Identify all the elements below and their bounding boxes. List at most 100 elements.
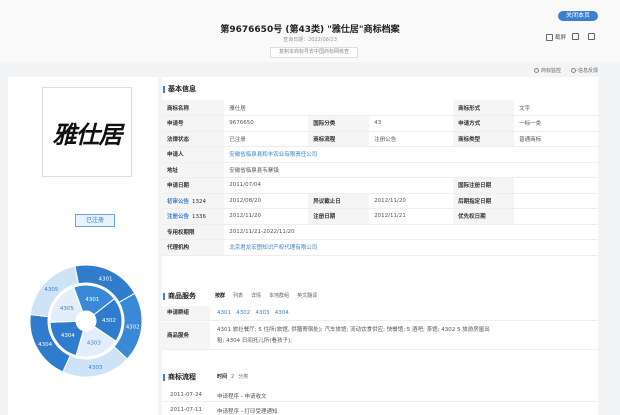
info-value: 一标一类 [514, 115, 598, 132]
info-label: 申请人 [162, 146, 225, 163]
info-value: 2012/11/20 [224, 208, 309, 225]
tab-detail[interactable]: 详情 [251, 292, 261, 299]
logo-text: 雅仕居 [52, 119, 123, 149]
donut-slice-label: 4303 [88, 365, 102, 371]
info-label: 注册日期 [308, 208, 370, 225]
services-row: 商品服务 4301 旅社餐厅; 5 住所(旅馆, 供膳寄宿处); 汽车旅馆; 流… [162, 322, 598, 350]
info-label: 国际分类 [308, 115, 370, 132]
info-value: 2012/11/21-2022/11/20 [224, 224, 598, 240]
query-date: 查询日期：2022/08/23 [283, 37, 337, 43]
info-label-text: 法律状态 [167, 136, 190, 143]
group-link[interactable]: 4301 [217, 310, 231, 316]
info-label: 注册公告 1336 [162, 208, 225, 225]
info-value: 2011/07/04 [224, 177, 454, 194]
flow-row: 2011-07-11 申请程序 - 打印受理通知 [162, 403, 598, 415]
share-tool[interactable] [588, 33, 595, 40]
info-label: 申请号 [162, 115, 225, 132]
info-value[interactable]: 北京君龙宏图知识产权代理有限公司 [224, 239, 598, 256]
groups-values: 4301 4302 4303 4304 [217, 306, 593, 321]
services-tabs: 按群 列表 详情 本地群组 英文翻译 [215, 292, 317, 299]
info-value: 雅仕居 [224, 100, 454, 116]
sub-toolbar: 商标监控 信息反馈 [533, 67, 598, 74]
info-label: 国际注册日期 [453, 177, 515, 194]
tab-english[interactable]: 英文翻译 [297, 292, 317, 299]
info-label-text: 专用权期限 [167, 229, 195, 236]
edit-tool[interactable] [572, 33, 579, 40]
info-row: 注册公告 1336 2012/11/20 注册日期 2012/11/21 优先权日期 [162, 208, 598, 225]
info-label: 申请日期 [162, 177, 225, 194]
info-label: 商标名称 [162, 100, 225, 116]
flow-tab-class[interactable]: 分类 [238, 373, 248, 380]
group-link[interactable]: 4303 [256, 310, 270, 316]
feedback-link[interactable]: 信息反馈 [570, 67, 598, 74]
info-row: 专用权期限 2012/11/21-2022/11/20 [162, 224, 598, 240]
donut-slice-label: 4301 [99, 276, 113, 282]
info-label-text[interactable]: 初审公告 [167, 199, 189, 205]
flow-tab-count: 2 [231, 373, 235, 380]
flow-tab-time[interactable]: 时间 [217, 373, 227, 380]
info-label: 代理机构 [162, 239, 225, 256]
info-value[interactable]: 安徽省临泉县和丰农业有限责任公司 [224, 146, 598, 163]
flow-title: 商标流程 [163, 374, 196, 381]
services-label: 商品服务 [162, 322, 210, 349]
info-label: 异议截止日 [308, 193, 370, 209]
screenshot-icon [546, 33, 553, 41]
tab-list[interactable]: 列表 [233, 292, 243, 299]
donut-slice-label: 4305 [60, 306, 74, 312]
info-label: 后期指定日期 [453, 193, 515, 209]
info-label-text: 申请人 [167, 152, 184, 159]
gazette-number: 1336 [192, 214, 207, 221]
donut-slice-label: 4302 [102, 318, 116, 324]
flow-tabs: 时间 2 分类 [217, 373, 248, 381]
page-title: 第9676650号 (第43类) "雅仕居"商标档案 [220, 25, 400, 35]
edit-icon [572, 33, 579, 40]
info-label: 申请方式 [453, 115, 515, 132]
info-row: 申请人 安徽省临泉县和丰农业有限责任公司 [162, 146, 598, 163]
feedback-icon [570, 68, 576, 73]
info-label: 商标流程 [308, 131, 370, 147]
info-label-text[interactable]: 注册公告 [167, 214, 189, 220]
header-bar: 关闭本页 第9676650号 (第43类) "雅仕居"商标档案 查询日期：202… [0, 0, 620, 62]
info-row: 初审公告 1324 2012/08/20 异议截止日 2012/11/20 后期指定日期 [162, 193, 598, 209]
info-value: 2012/11/21 [369, 208, 454, 225]
donut-slice-label: 4304 [38, 342, 52, 348]
tab-by-group[interactable]: 按群 [215, 292, 225, 299]
info-value: 已注册 [224, 131, 309, 147]
flow-text: 申请程序 - 打印受理通知 [217, 409, 278, 415]
info-value: 普通商标 [514, 131, 598, 147]
gazette-number: 1324 [192, 198, 207, 205]
group-link[interactable]: 4302 [236, 310, 250, 316]
groups-row: 申请群组 4301 4302 4303 4304 [162, 306, 598, 321]
screenshot-label: 截屏 [555, 35, 567, 41]
info-value: 2012/08/20 [224, 193, 309, 209]
copy-number-button[interactable]: 复制本商标号去中国商标网核查 [270, 47, 358, 58]
info-value: 2012/11/20 [369, 193, 454, 209]
info-row: 申请号 9676650 国际分类 43 申请方式 一标一类 [162, 115, 598, 132]
info-label-text: 代理机构 [167, 245, 190, 252]
info-value: 9676650 [224, 115, 309, 132]
info-label: 优先权日期 [453, 208, 515, 225]
basic-info-table: 商标名称 雅仕居 商标形式 文字 申请号 9676650 国际分类 43 申请方式 一标一类 法律状… [162, 100, 598, 256]
flow-date: 2011-07-11 [170, 407, 202, 413]
donut-slice-label: 4303 [87, 341, 101, 347]
status-badge: 已注册 [75, 214, 115, 227]
info-value: 43 [369, 115, 454, 132]
flow-date: 2011-07-24 [170, 392, 202, 398]
groups-label: 申请群组 [162, 306, 210, 320]
group-link[interactable]: 4304 [275, 310, 289, 316]
donut-slice-label: 4302 [126, 324, 140, 330]
info-label-text: 地址 [167, 167, 179, 174]
info-value [514, 208, 598, 225]
class-donut-chart: 4301 4302 4303 4304 4305 4301 4302 4303 4304 430… [29, 264, 143, 378]
services-line: 4301 旅社餐厅; 5 住所(旅馆, 供膳寄宿处); 汽车旅馆; 流动饮食供应… [217, 327, 490, 333]
info-value: 文字 [514, 100, 598, 116]
screenshot-tool[interactable]: 截屏 [546, 33, 566, 41]
close-page-button[interactable]: 关闭本页 [557, 11, 598, 21]
info-label-text: 申请号 [167, 121, 184, 128]
tab-local-group[interactable]: 本地群组 [269, 292, 289, 299]
flow-row: 2011-07-24 申请程序 - 申请收文 [162, 388, 598, 402]
monitor-link[interactable]: 商标监控 [533, 67, 561, 74]
info-value [514, 177, 598, 194]
info-label: 地址 [162, 162, 225, 178]
info-label: 初审公告 1324 [162, 193, 225, 209]
